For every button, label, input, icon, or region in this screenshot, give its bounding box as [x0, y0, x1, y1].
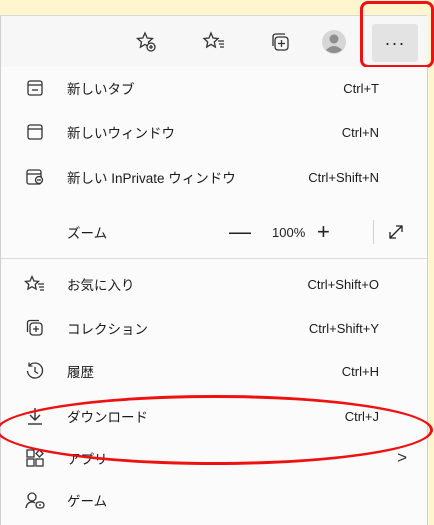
menu-item-label: 履歴: [67, 365, 94, 380]
menu-divider: [1, 258, 427, 259]
fullscreen-icon[interactable]: [385, 221, 407, 243]
menu-item-shortcut: Ctrl+Shift+N: [308, 169, 379, 185]
menu-item-label: 新しいウィンドウ: [67, 126, 175, 141]
highlight-oval: [0, 395, 433, 465]
favorites-icon[interactable]: [199, 27, 229, 57]
menu-item-favorites[interactable]: お気に入り Ctrl+Shift+O: [1, 264, 427, 304]
new-window-icon: [24, 121, 46, 143]
collections-icon[interactable]: [266, 27, 296, 57]
menu-item-games[interactable]: ゲーム: [1, 480, 427, 520]
menu-item-shortcut: Ctrl+Shift+O: [307, 276, 379, 292]
menu-item-label: コレクション: [67, 322, 148, 337]
chevron-right-icon: >: [397, 448, 407, 467]
menu-item-shortcut: Ctrl+T: [343, 80, 379, 96]
menu-item-shortcut: Ctrl+H: [341, 363, 379, 379]
menu-item-collections[interactable]: コレクション Ctrl+Shift+Y: [1, 308, 427, 348]
browser-toolbar: ···: [0, 0, 434, 68]
new-tab-icon: [24, 77, 46, 99]
menu-item-new-window[interactable]: 新しいウィンドウ Ctrl+N: [1, 112, 427, 152]
favorites-icon: [24, 273, 46, 295]
menu-item-new-inprivate-window[interactable]: 新しい InPrivate ウィンドウ Ctrl+Shift+N: [1, 157, 427, 197]
zoom-out-button[interactable]: —: [229, 219, 251, 245]
inprivate-window-icon: [24, 166, 46, 188]
menu-item-new-tab[interactable]: 新しいタブ Ctrl+T: [1, 68, 427, 108]
menu-item-label: 新しいタブ: [67, 82, 135, 97]
menu-item-label: お気に入り: [67, 278, 135, 293]
menu-item-shortcut: Ctrl+N: [341, 124, 379, 140]
profile-icon[interactable]: [319, 27, 349, 57]
add-favorite-icon[interactable]: [131, 27, 161, 57]
highlight-box: [360, 1, 434, 68]
menu-item-history[interactable]: 履歴 Ctrl+H: [1, 351, 427, 391]
menu-item-label: ズーム: [67, 226, 108, 241]
games-icon: [24, 489, 46, 511]
menu-item-label: 新しい InPrivate ウィンドウ: [67, 171, 236, 186]
menu-item-label: ゲーム: [67, 494, 108, 509]
menu-item-shortcut: Ctrl+Shift+Y: [308, 320, 379, 336]
zoom-in-button[interactable]: +: [317, 219, 330, 245]
menu-item-zoom: ズーム — 100% +: [1, 212, 427, 252]
collections-icon: [24, 317, 46, 339]
zoom-divider: [373, 220, 374, 244]
zoom-level: 100%: [272, 224, 306, 240]
history-icon: [24, 360, 46, 382]
